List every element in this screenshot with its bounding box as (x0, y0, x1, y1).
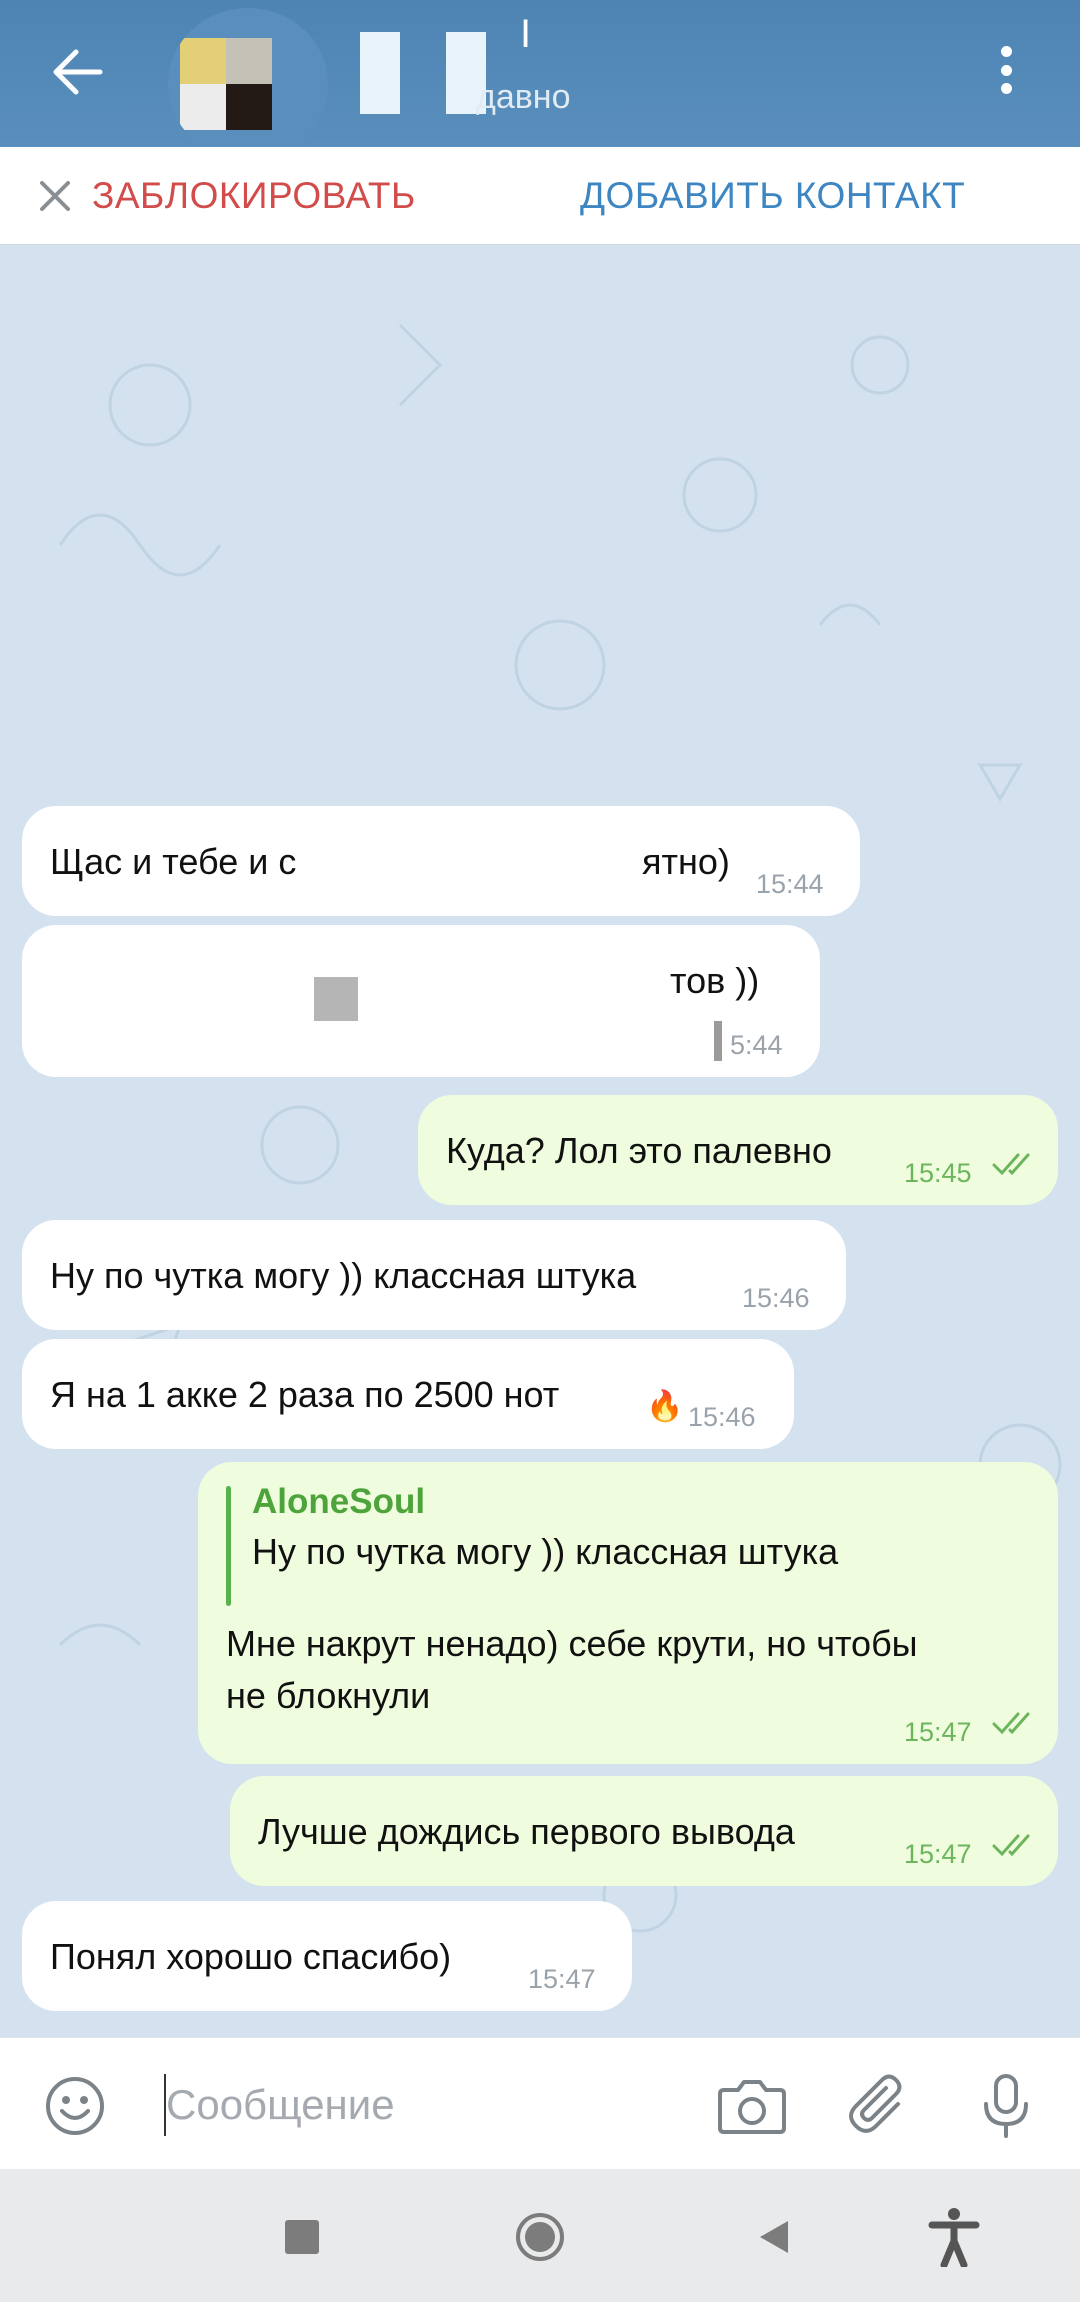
outgoing-message[interactable]: Куда? Лол это палевно 15:45 (418, 1095, 1058, 1205)
accessibility-button[interactable] (926, 2208, 982, 2267)
contact-name: I (520, 12, 532, 56)
contact-avatar[interactable] (168, 8, 328, 160)
add-contact-button[interactable]: ДОБАВИТЬ КОНТАКТ (580, 175, 965, 217)
reply-quote-text[interactable]: Ну по чутка могу )) классная штука (252, 1528, 838, 1576)
message-time: 15:47 (528, 1964, 596, 1994)
message-text-line2: не блокнули (226, 1675, 431, 1716)
camera-icon[interactable] (716, 2074, 788, 2138)
message-text: Понял хорошо спасибо) (50, 1936, 452, 1977)
message-text: Лучше дождись первого вывода (258, 1811, 795, 1852)
message-time: 5:44 (730, 1030, 783, 1060)
message-time: 15:47 (904, 1839, 972, 1869)
incoming-message[interactable]: Я на 1 акке 2 раза по 2500 нот 🔥 15:46 (22, 1339, 794, 1449)
triangle-icon (760, 2221, 788, 2253)
outgoing-reply-message[interactable]: AloneSoul Ну по чутка могу )) классная ш… (198, 1462, 1058, 1764)
incoming-message[interactable]: тов )) 5:44 (22, 925, 820, 1077)
reply-author[interactable]: AloneSoul (252, 1478, 425, 1526)
incoming-message[interactable]: Ну по чутка могу )) классная штука 15:46 (22, 1220, 846, 1330)
message-time: 15:46 (688, 1402, 756, 1432)
message-text: Щас и тебе и с (50, 841, 297, 882)
message-text-line1: Мне накрут ненадо) себе крути, но чтобы (226, 1623, 918, 1664)
more-vert-icon (1000, 46, 1012, 57)
message-time: 15:47 (904, 1717, 972, 1747)
arrow-left-icon (53, 49, 103, 95)
system-navigation-bar (0, 2169, 1080, 2302)
redacted-block (314, 977, 358, 1021)
recent-apps-button[interactable] (274, 2209, 330, 2265)
block-user-button[interactable]: ЗАБЛОКИРОВАТЬ (92, 175, 416, 217)
incoming-message[interactable]: Понял хорошо спасибо) 15:47 (22, 1901, 632, 2011)
message-text: Я на 1 акке 2 раза по 2500 нот (50, 1374, 560, 1415)
read-checkmarks-icon (992, 1153, 1030, 1176)
more-menu-button[interactable] (986, 40, 1026, 100)
message-text: Ну по чутка могу )) классная штука (50, 1255, 637, 1296)
back-nav-button[interactable] (746, 2209, 802, 2265)
microphone-icon[interactable] (976, 2072, 1036, 2140)
message-text-end: ятно) (642, 841, 730, 882)
message-time: 15:46 (742, 1283, 810, 1313)
message-text-end: тов )) (670, 960, 760, 1001)
paperclip-icon[interactable] (848, 2074, 912, 2138)
read-checkmarks-icon (992, 1834, 1030, 1857)
home-button[interactable] (512, 2209, 568, 2265)
accessibility-icon (928, 2208, 980, 2267)
fire-reaction-icon[interactable]: 🔥 (646, 1389, 683, 1425)
last-seen-status: давно (476, 78, 571, 116)
message-input[interactable] (166, 2070, 686, 2140)
message-time: 15:45 (904, 1158, 972, 1188)
square-icon (285, 2220, 319, 2254)
redacted-block (714, 1021, 722, 1061)
incoming-message[interactable]: Щас и тебе и с ятно) 15:44 (22, 806, 860, 916)
circle-icon (516, 2213, 564, 2261)
emoji-icon[interactable] (44, 2075, 106, 2137)
message-time: 15:44 (756, 869, 824, 899)
contact-name-redacted[interactable] (360, 14, 660, 114)
outgoing-message[interactable]: Лучше дождись первого вывода 15:47 (230, 1776, 1058, 1886)
reply-accent-bar (226, 1486, 231, 1606)
chat-header: I давно (0, 0, 1080, 160)
read-checkmarks-icon (992, 1712, 1030, 1735)
message-list[interactable]: Щас и тебе и с ятно) 15:44 тов )) 5:44 К… (0, 245, 1080, 2037)
close-icon[interactable] (36, 177, 74, 215)
back-button[interactable] (40, 34, 116, 110)
unknown-contact-bar: ЗАБЛОКИРОВАТЬ ДОБАВИТЬ КОНТАКТ (0, 147, 1080, 245)
message-text: Куда? Лол это палевно (446, 1130, 832, 1171)
message-composer (0, 2037, 1080, 2169)
redacted-area (334, 806, 634, 916)
